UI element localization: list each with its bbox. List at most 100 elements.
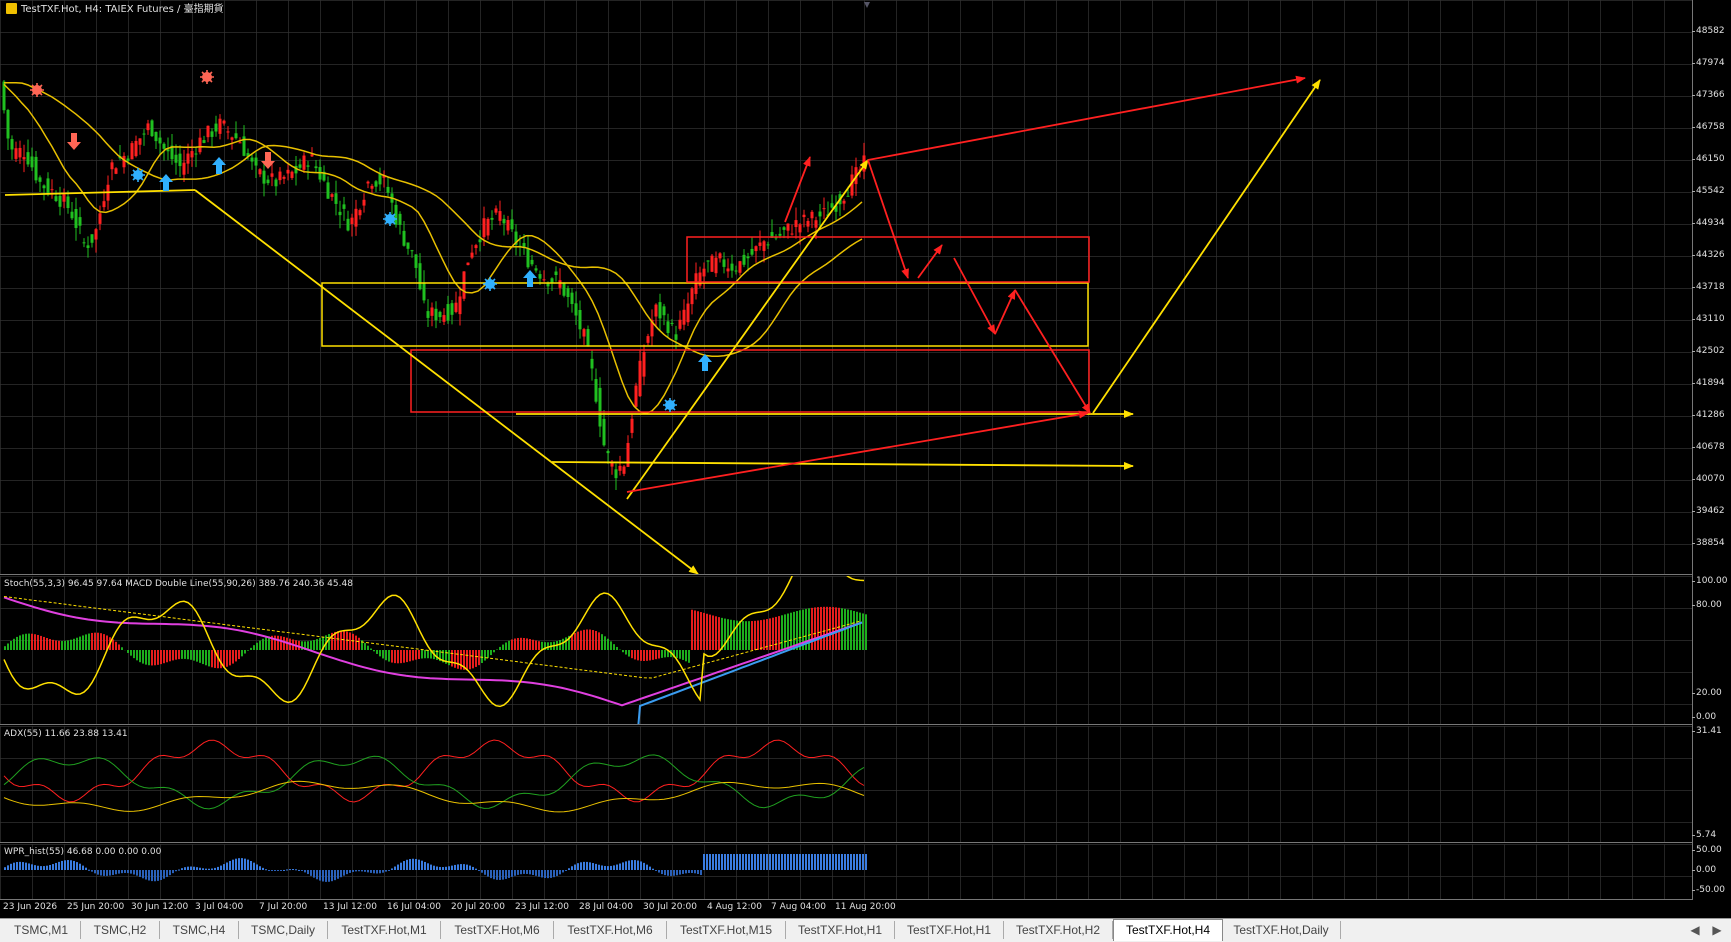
red-zigzag-arrow (954, 258, 995, 334)
macd-bar (592, 630, 594, 650)
chart-tab[interactable]: TestTXF.Hot,H1 (786, 921, 895, 939)
wpr-bar (178, 870, 180, 871)
candle-body (443, 315, 446, 322)
price-tick: 47366 (1696, 90, 1725, 100)
chart-tab[interactable]: TestTXF.Hot,M15 (667, 921, 786, 939)
candle-body (271, 173, 274, 176)
chart-tab[interactable]: TestTXF.Hot,M6 (441, 921, 554, 939)
wpr-bar (637, 861, 639, 870)
chart-tab[interactable]: TestTXF.Hot,Daily (1222, 921, 1341, 939)
price-chart-svg (0, 0, 1692, 574)
chart-tab[interactable]: TSMC,H2 (81, 921, 160, 939)
macd-bar (208, 650, 210, 666)
wpr-bar (391, 868, 393, 870)
time-tick: 7 Aug 04:00 (771, 902, 826, 912)
wpr-bar (691, 870, 693, 873)
price-axis[interactable]: 4858247974473664675846150455424493444326… (1692, 0, 1731, 900)
chart-tab[interactable]: TestTXF.Hot,H1 (895, 921, 1004, 939)
wpr-bar (358, 870, 360, 871)
candle-body (339, 212, 342, 215)
wpr-bar (544, 870, 546, 878)
macd-bar (589, 630, 591, 650)
macd-bar (508, 641, 510, 650)
candle-body (559, 280, 562, 288)
candle-body (643, 352, 646, 377)
signal-rays (663, 398, 677, 412)
macd-bar (715, 616, 717, 650)
wpr-bar (583, 862, 585, 870)
macd-bar (622, 650, 624, 652)
wpr-bar (718, 854, 720, 870)
wpr-bar (814, 854, 816, 870)
macd-bar (688, 650, 690, 663)
candle-body (91, 234, 94, 242)
wpr-panel[interactable]: WPR_hist(55) 46.68 0.00 0.00 0.00 (0, 844, 1692, 900)
candle-body (423, 282, 426, 300)
arrow-down-icon (67, 133, 81, 150)
wpr-bar (175, 870, 177, 871)
candle-body (483, 218, 486, 237)
candle-body (523, 243, 526, 247)
time-axis[interactable]: 23 Jun 202625 Jun 20:0030 Jun 12:003 Jul… (0, 900, 1692, 915)
candle-body (227, 131, 230, 132)
macd-bar (820, 607, 822, 650)
macd-histogram (4, 607, 867, 670)
wpr-bar (49, 865, 51, 870)
candle-body (743, 255, 746, 265)
macd-bar (676, 650, 678, 658)
candle-body (539, 274, 542, 279)
wpr-bar (319, 870, 321, 881)
chart-tab[interactable]: TSMC,Daily (239, 921, 328, 939)
tab-scroll-left-icon[interactable]: ◀ (1688, 922, 1702, 938)
candle-body (435, 309, 438, 321)
wpr-bar (472, 867, 474, 870)
wpr-bar (223, 864, 225, 870)
candle-body (847, 196, 850, 197)
macd-bar (745, 621, 747, 650)
macd-bar (685, 650, 687, 661)
wpr-bar (547, 870, 549, 878)
wpr-bar (157, 870, 159, 881)
macd-bar (598, 632, 600, 650)
macd-bar (277, 636, 279, 650)
macd-bar (535, 640, 537, 650)
candle-body (419, 263, 422, 289)
candle-body (431, 307, 434, 315)
wpr-bar (466, 865, 468, 870)
wpr-bar (97, 870, 99, 875)
candle-body (203, 140, 206, 143)
chart-tab[interactable]: TestTXF.Hot,H2 (1004, 921, 1113, 939)
wpr-bar (862, 854, 864, 870)
candle-body (655, 305, 658, 317)
wpr-bar (346, 870, 348, 874)
tab-scroll-right-icon[interactable]: ▶ (1710, 922, 1724, 938)
candle-body (683, 310, 686, 325)
candle-body (43, 185, 46, 188)
price-chart-panel[interactable]: TestTXF.Hot, H4: TAIEX Futures / 臺指期貨 (0, 0, 1692, 575)
candle-body (503, 219, 506, 223)
wpr-bar (169, 870, 171, 875)
chart-tab[interactable]: TestTXF.Hot,H4 (1113, 919, 1223, 941)
candle-body (79, 217, 82, 226)
adx-panel[interactable]: ADX(55) 11.66 23.88 13.41 (0, 726, 1692, 843)
macd-bar (646, 650, 648, 661)
wpr-bar (103, 870, 105, 876)
macd-bar (391, 650, 393, 663)
macd-bar (343, 631, 345, 650)
chart-tab[interactable]: TestTXF.Hot,M1 (328, 921, 441, 939)
candle-body (679, 320, 682, 329)
wpr-bar (220, 866, 222, 870)
stoch-macd-panel[interactable]: Stoch(55,3,3) 96.45 97.64 MACD Double Li… (0, 576, 1692, 725)
arrow-down-icon (261, 152, 275, 169)
chart-tab[interactable]: TSMC,H4 (160, 921, 239, 939)
chart-tab[interactable]: TestTXF.Hot,M6 (554, 921, 667, 939)
chart-tab[interactable]: TSMC,M1 (2, 921, 81, 939)
wpr-bar (643, 863, 645, 870)
buy-arrow-icon (523, 270, 537, 287)
macd-bar (349, 632, 351, 650)
red-zigzag-arrow (918, 245, 942, 278)
price-tick: 45542 (1696, 186, 1725, 196)
candle-body (543, 279, 546, 280)
macd-bar (157, 650, 159, 665)
macd-bar (859, 613, 861, 650)
